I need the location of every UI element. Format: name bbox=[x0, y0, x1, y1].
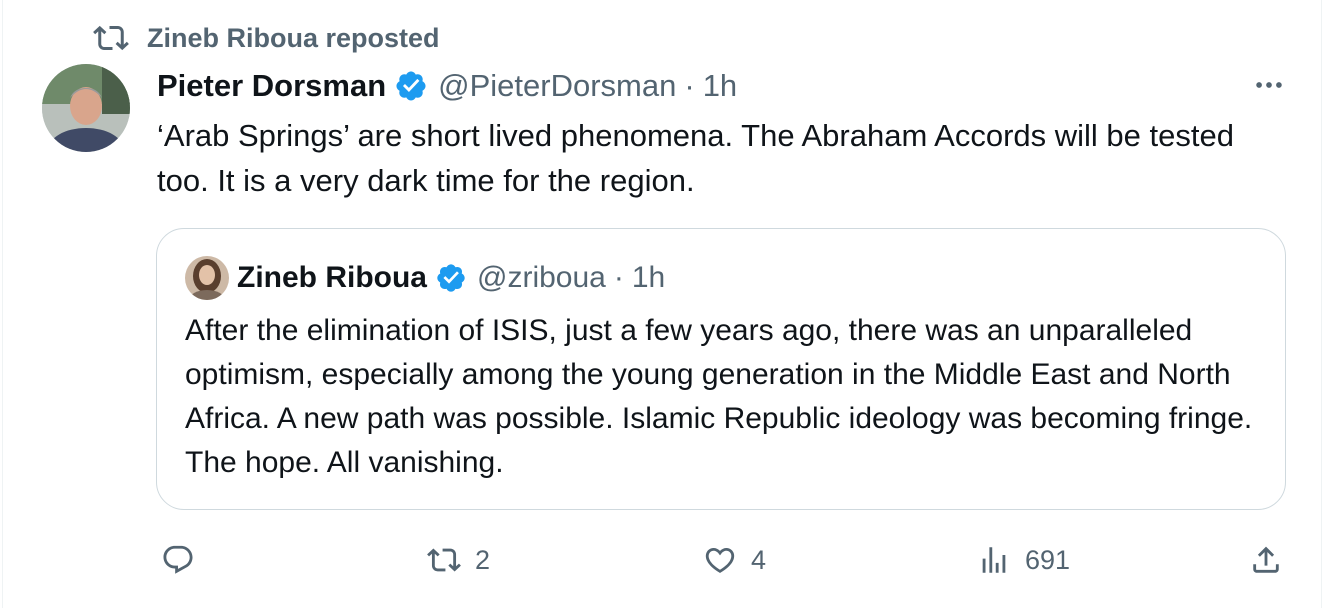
repost-label: Zineb Riboua reposted bbox=[147, 22, 440, 53]
share-icon bbox=[1253, 546, 1279, 573]
retweet-count: 2 bbox=[475, 544, 491, 575]
analytics-icon bbox=[982, 547, 1006, 573]
author-name[interactable]: Pieter Dorsman bbox=[157, 68, 386, 104]
like-button[interactable]: 4 bbox=[703, 532, 766, 588]
more-options-button[interactable] bbox=[1247, 70, 1291, 100]
repost-context[interactable]: Zineb Riboua reposted bbox=[93, 20, 440, 56]
views-count: 691 bbox=[1025, 544, 1071, 575]
header-separator: · bbox=[684, 68, 695, 103]
reply-icon bbox=[163, 545, 193, 574]
action-bar: 2 4 691 bbox=[3, 532, 1330, 588]
quote-header: Zineb Riboua @zriboua · 1h bbox=[237, 257, 665, 299]
tweet-header: Pieter Dorsman @PieterDorsman · 1h bbox=[157, 64, 737, 108]
like-count: 4 bbox=[751, 544, 767, 575]
quote-time[interactable]: 1h bbox=[632, 261, 665, 295]
retweet-button[interactable]: 2 bbox=[427, 532, 490, 588]
verified-badge-icon[interactable] bbox=[435, 262, 467, 294]
author-avatar[interactable] bbox=[42, 64, 130, 152]
quoted-tweet[interactable]: Zineb Riboua @zriboua · 1h After the eli… bbox=[156, 228, 1286, 510]
tweet-time[interactable]: 1h bbox=[703, 68, 737, 104]
quote-author-handle[interactable]: @zriboua bbox=[477, 261, 606, 295]
quote-author-name[interactable]: Zineb Riboua bbox=[237, 261, 427, 295]
quote-author-avatar[interactable] bbox=[185, 256, 229, 300]
reply-button[interactable] bbox=[161, 532, 209, 588]
quote-header-separator: · bbox=[613, 261, 624, 294]
views-button[interactable]: 691 bbox=[977, 532, 1070, 588]
repost-icon bbox=[93, 25, 129, 51]
share-button[interactable] bbox=[1249, 532, 1283, 588]
more-dots-icon bbox=[1256, 82, 1282, 88]
heart-icon bbox=[705, 547, 735, 573]
quote-text: After the elimination of ISIS, just a fe… bbox=[185, 314, 1253, 479]
verified-badge-icon[interactable] bbox=[394, 69, 428, 103]
retweet-icon bbox=[427, 548, 461, 572]
tweet-card[interactable]: Zineb Riboua reposted Pieter Dorsman @Pi… bbox=[2, 0, 1322, 608]
author-handle[interactable]: @PieterDorsman bbox=[438, 68, 676, 104]
tweet-text: ‘Arab Springs’ are short lived phenomena… bbox=[157, 118, 1234, 198]
